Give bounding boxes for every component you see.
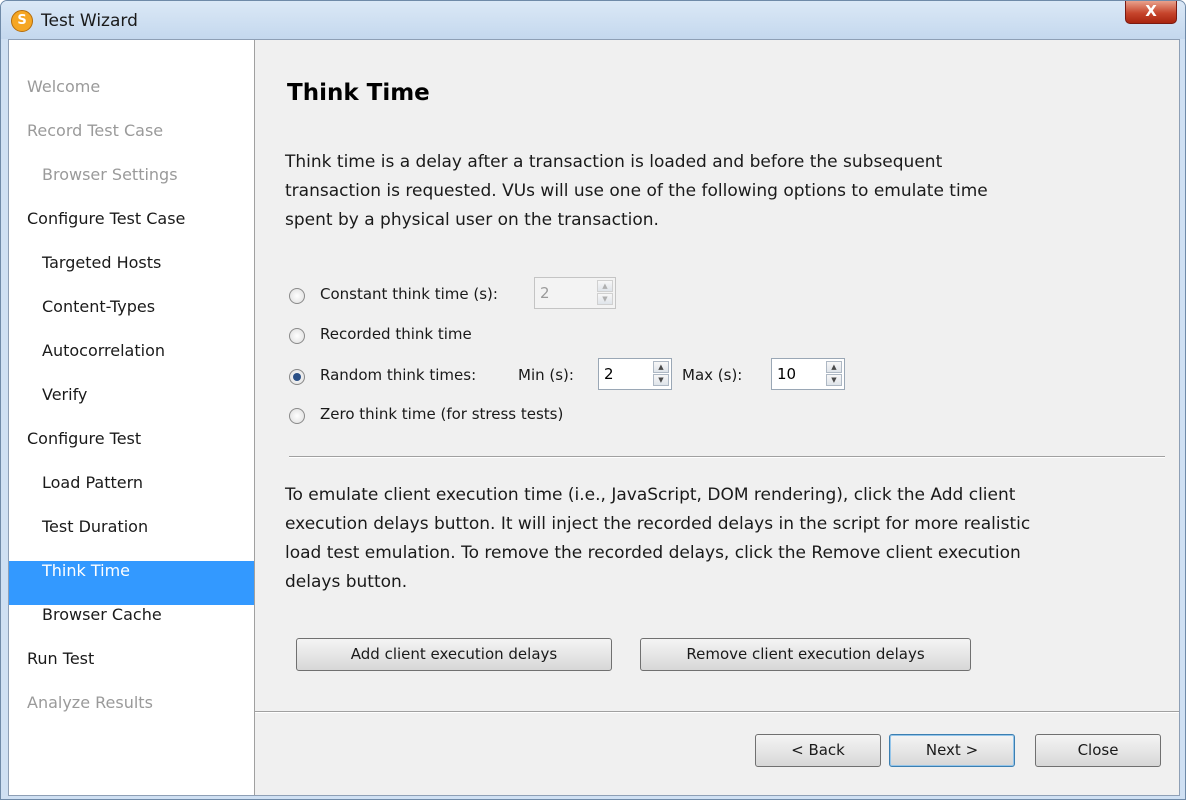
next-button[interactable]: Next > [889, 734, 1015, 767]
sidebar-item-targeted-hosts[interactable]: Targeted Hosts [9, 253, 254, 297]
sidebar-item-label: Test Duration [42, 517, 149, 536]
sidebar-item-test-duration[interactable]: Test Duration [9, 517, 254, 561]
window-close-button[interactable]: X [1125, 1, 1177, 24]
sidebar-item-label: Configure Test [27, 429, 142, 448]
sidebar-item-label: Welcome [27, 77, 101, 96]
sidebar-item-label: Configure Test Case [27, 209, 186, 228]
description-line: execution delays button. It will inject … [285, 514, 1031, 534]
zero-think-time-radio[interactable] [289, 408, 305, 424]
app-logo-icon: S [11, 10, 33, 32]
sidebar-item-label: Record Test Case [27, 121, 164, 140]
sidebar-item-think-time[interactable]: Think Time [9, 561, 254, 605]
random-min-value[interactable]: 2 [604, 365, 614, 383]
constant-think-time-radio[interactable] [289, 288, 305, 304]
test-wizard-window: S Test Wizard X Welcome Record Test Case… [0, 0, 1186, 800]
spinner-up-icon[interactable]: ▲ [826, 361, 842, 373]
sidebar-item-browser-cache[interactable]: Browser Cache [9, 605, 254, 649]
sidebar-item-label: Verify [42, 385, 88, 404]
spinner-down-icon: ▼ [597, 293, 613, 305]
footer-separator [255, 711, 1179, 713]
sidebar-item-label: Targeted Hosts [42, 253, 162, 272]
sidebar-item-content-types[interactable]: Content-Types [9, 297, 254, 341]
sidebar-item-label: Autocorrelation [42, 341, 165, 360]
wizard-steps-sidebar: Welcome Record Test Case Browser Setting… [9, 40, 255, 795]
description-line: Think time is a delay after a transactio… [285, 152, 943, 172]
sidebar-item-label: Browser Settings [42, 165, 178, 184]
sidebar-item-verify[interactable]: Verify [9, 385, 254, 429]
recorded-think-time-label: Recorded think time [320, 325, 472, 343]
sidebar-item-configure-test-case[interactable]: Configure Test Case [9, 209, 254, 253]
description-line: delays button. [285, 572, 408, 592]
close-button[interactable]: Close [1035, 734, 1161, 767]
window-title: Test Wizard [41, 11, 138, 31]
random-think-times-label: Random think times: [320, 366, 477, 384]
title-bar[interactable]: S Test Wizard X [1, 1, 1185, 39]
page-title: Think Time [287, 80, 430, 106]
spinner-down-icon[interactable]: ▼ [826, 374, 842, 386]
spinner-down-icon[interactable]: ▼ [653, 374, 669, 386]
sidebar-item-load-pattern[interactable]: Load Pattern [9, 473, 254, 517]
random-min-label: Min (s): [518, 366, 574, 384]
recorded-think-time-radio[interactable] [289, 328, 305, 344]
sidebar-item-browser-settings[interactable]: Browser Settings [9, 165, 254, 209]
remove-client-execution-delays-button[interactable]: Remove client execution delays [640, 638, 971, 671]
sidebar-item-run-test[interactable]: Run Test [9, 649, 254, 693]
close-icon: X [1145, 2, 1157, 20]
description-line: spent by a physical user on the transact… [285, 210, 659, 230]
random-min-spinner[interactable]: 2 ▲ ▼ [598, 358, 672, 390]
sidebar-item-label: Analyze Results [27, 693, 153, 712]
think-time-description: Think time is a delay after a transactio… [285, 148, 1165, 235]
spinner-up-icon[interactable]: ▲ [653, 361, 669, 373]
random-max-label: Max (s): [682, 366, 743, 384]
wizard-client-area: Welcome Record Test Case Browser Setting… [8, 39, 1180, 796]
sidebar-item-label: Load Pattern [42, 473, 144, 492]
client-execution-description: To emulate client execution time (i.e., … [285, 481, 1165, 597]
constant-think-time-spinner: 2 ▲ ▼ [534, 277, 616, 309]
random-max-spinner[interactable]: 10 ▲ ▼ [771, 358, 845, 390]
sidebar-item-record-test-case[interactable]: Record Test Case [9, 121, 254, 165]
description-line: load test emulation. To remove the recor… [285, 543, 1021, 563]
zero-think-time-label: Zero think time (for stress tests) [320, 405, 564, 423]
sidebar-item-autocorrelation[interactable]: Autocorrelation [9, 341, 254, 385]
sidebar-item-label: Run Test [27, 649, 95, 668]
description-line: To emulate client execution time (i.e., … [285, 485, 1016, 505]
random-think-times-radio[interactable] [289, 369, 305, 385]
description-line: transaction is requested. VUs will use o… [285, 181, 988, 201]
think-time-panel: Think Time Think time is a delay after a… [255, 40, 1179, 795]
random-max-value[interactable]: 10 [777, 365, 796, 383]
section-separator [289, 456, 1165, 458]
spinner-up-icon: ▲ [597, 280, 613, 292]
back-button[interactable]: < Back [755, 734, 881, 767]
sidebar-item-label: Browser Cache [42, 605, 162, 624]
constant-think-time-label: Constant think time (s): [320, 285, 498, 303]
sidebar-item-label: Content-Types [42, 297, 156, 316]
sidebar-item-analyze-results[interactable]: Analyze Results [9, 693, 254, 737]
add-client-execution-delays-button[interactable]: Add client execution delays [296, 638, 612, 671]
sidebar-item-label: Think Time [42, 561, 131, 580]
sidebar-item-welcome[interactable]: Welcome [9, 77, 254, 121]
constant-think-time-value: 2 [540, 284, 550, 302]
sidebar-item-configure-test[interactable]: Configure Test [9, 429, 254, 473]
